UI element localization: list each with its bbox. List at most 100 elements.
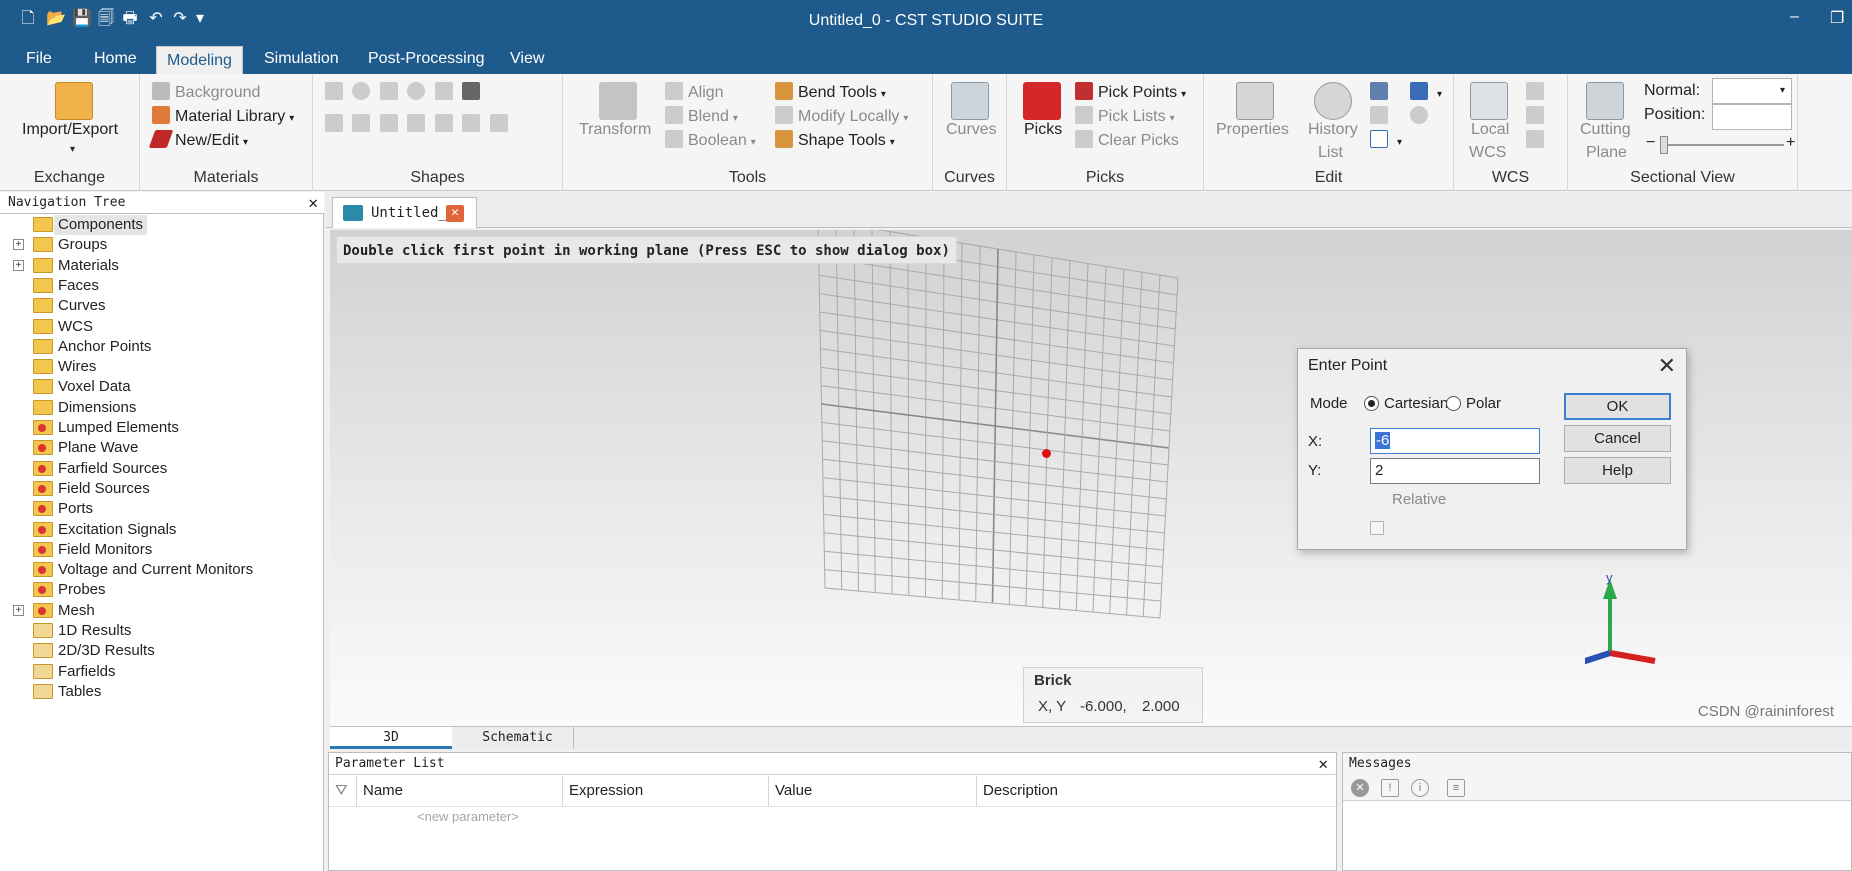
tree-item-7[interactable]: Wires xyxy=(0,357,320,377)
column-value[interactable]: Value xyxy=(769,776,977,806)
loft-icon[interactable] xyxy=(352,114,371,132)
import-export-dropdown[interactable]: ▾ xyxy=(70,144,75,155)
tree-item-20[interactable]: 1D Results xyxy=(0,621,320,641)
background-button[interactable]: Background xyxy=(152,82,260,102)
close-tab-icon[interactable]: ✕ xyxy=(446,205,464,222)
expand-icon[interactable]: + xyxy=(13,239,24,251)
info-icon[interactable] xyxy=(1410,106,1433,126)
restore-button[interactable]: ❐ xyxy=(1830,8,1844,28)
column-expression[interactable]: Expression xyxy=(563,776,769,806)
curves-button[interactable]: Curves xyxy=(946,121,997,139)
calculator-icon[interactable] xyxy=(1370,82,1393,102)
tree-item-1[interactable]: + Groups xyxy=(0,235,320,255)
tree-item-11[interactable]: Plane Wave xyxy=(0,438,320,458)
radio-polar[interactable] xyxy=(1446,396,1461,411)
new-edit-button[interactable]: New/Edit ▾ xyxy=(148,130,248,150)
sphere-icon[interactable] xyxy=(352,82,371,100)
rotate-icon[interactable] xyxy=(325,114,343,132)
local-wcs-button[interactable]: Local xyxy=(1471,121,1509,139)
extrude-icon[interactable] xyxy=(462,82,481,100)
error-filter-icon[interactable]: ✕ xyxy=(1351,779,1369,797)
tree-item-5[interactable]: WCS xyxy=(0,317,320,337)
column-description[interactable]: Description xyxy=(977,776,1336,806)
import-export-button[interactable]: Import/Export xyxy=(22,121,118,139)
cone-icon[interactable] xyxy=(379,82,398,100)
history-list-button[interactable]: List xyxy=(1318,144,1343,162)
dialog-close-icon[interactable]: ✕ xyxy=(1658,353,1676,379)
tree-item-9[interactable]: Dimensions xyxy=(0,398,320,418)
wire-icon[interactable] xyxy=(462,114,481,132)
document-tab[interactable]: Untitled_0 ✕ xyxy=(332,197,477,228)
wcs-store-icon[interactable] xyxy=(1526,130,1549,150)
tab-view[interactable]: View xyxy=(500,44,554,74)
tree-item-0[interactable]: Components xyxy=(0,215,320,235)
sweep-icon[interactable] xyxy=(379,114,398,132)
tree-item-19[interactable]: + Mesh xyxy=(0,601,320,621)
tree-item-14[interactable]: Ports xyxy=(0,499,320,519)
tree-item-12[interactable]: Farfield Sources xyxy=(0,459,320,479)
tree-item-6[interactable]: Anchor Points xyxy=(0,337,320,357)
help-button[interactable]: Help xyxy=(1564,457,1671,484)
picks-button[interactable]: Picks xyxy=(1024,121,1062,139)
clear-picks-button[interactable]: Clear Picks xyxy=(1075,130,1179,150)
tree-item-8[interactable]: Voxel Data xyxy=(0,377,320,397)
tree-item-3[interactable]: Faces xyxy=(0,276,320,296)
boolean-button[interactable]: Boolean ▾ xyxy=(665,130,756,150)
tree-item-17[interactable]: Voltage and Current Monitors xyxy=(0,560,320,580)
tree-item-23[interactable]: Tables xyxy=(0,682,320,702)
cancel-button[interactable]: Cancel xyxy=(1564,425,1671,452)
relative-checkbox[interactable] xyxy=(1370,521,1384,535)
extrude-face-icon[interactable] xyxy=(407,114,426,132)
info-filter-icon[interactable]: i xyxy=(1411,779,1429,797)
pick-points-button[interactable]: Pick Points ▾ xyxy=(1075,82,1186,102)
wcs-align-icon[interactable] xyxy=(1526,82,1549,102)
expand-icon[interactable]: + xyxy=(13,259,24,271)
blend-button[interactable]: Blend ▾ xyxy=(665,106,738,126)
rotate-face-icon[interactable] xyxy=(434,114,453,132)
tab-modeling[interactable]: Modeling xyxy=(156,46,243,74)
shape-tools-button[interactable]: Shape Tools ▾ xyxy=(775,130,895,150)
x-input[interactable]: -6 xyxy=(1370,428,1540,454)
tree-item-22[interactable]: Farfields xyxy=(0,662,320,682)
slider-plus[interactable]: + xyxy=(1786,134,1795,152)
tree-item-13[interactable]: Field Sources xyxy=(0,479,320,499)
tree-item-15[interactable]: Excitation Signals xyxy=(0,520,320,540)
tree-item-10[interactable]: Lumped Elements xyxy=(0,418,320,438)
warning-filter-icon[interactable]: ! xyxy=(1381,779,1399,797)
tab-post-processing[interactable]: Post-Processing xyxy=(358,44,495,74)
minimize-button[interactable]: – xyxy=(1790,8,1799,26)
cartesian-label[interactable]: Cartesian xyxy=(1384,395,1448,412)
tab-home[interactable]: Home xyxy=(84,44,147,74)
cylinder-icon[interactable] xyxy=(434,82,453,100)
tab-3d[interactable]: 3D xyxy=(330,727,452,749)
polar-label[interactable]: Polar xyxy=(1466,395,1501,412)
clear-messages-icon[interactable]: ≡ xyxy=(1447,779,1465,797)
align-button[interactable]: Align xyxy=(665,82,724,102)
filter-icon[interactable]: ⛛ xyxy=(329,776,357,806)
torus-icon[interactable] xyxy=(407,82,426,100)
tab-schematic[interactable]: Schematic xyxy=(462,727,574,749)
text-label-icon[interactable]: ▾ xyxy=(1370,130,1402,150)
material-library-button[interactable]: Material Library ▾ xyxy=(152,106,294,126)
normal-select[interactable]: ▾ xyxy=(1712,78,1792,104)
bend-tools-button[interactable]: Bend Tools ▾ xyxy=(775,82,886,102)
tab-file[interactable]: File xyxy=(16,44,62,74)
tree-item-16[interactable]: Field Monitors xyxy=(0,540,320,560)
transform-button[interactable]: Transform xyxy=(579,121,651,139)
brick-icon[interactable] xyxy=(325,82,343,100)
position-input[interactable] xyxy=(1712,104,1792,130)
modify-locally-button[interactable]: Modify Locally ▾ xyxy=(775,106,908,126)
wcs-transform-icon[interactable] xyxy=(1526,106,1549,126)
column-name[interactable]: Name xyxy=(357,776,563,806)
y-input[interactable]: 2 xyxy=(1370,458,1540,484)
close-icon[interactable]: ✕ xyxy=(1318,753,1328,774)
properties-button[interactable]: Properties xyxy=(1216,121,1289,139)
radio-cartesian[interactable] xyxy=(1364,396,1379,411)
curve-shape-icon[interactable] xyxy=(489,114,508,132)
slider-handle[interactable] xyxy=(1660,136,1668,154)
pick-lists-button[interactable]: Pick Lists ▾ xyxy=(1075,106,1175,126)
tab-simulation[interactable]: Simulation xyxy=(254,44,349,74)
position-slider[interactable] xyxy=(1660,144,1784,146)
analyze-icon[interactable] xyxy=(1370,106,1393,126)
new-parameter-row[interactable]: <new parameter> xyxy=(417,809,519,824)
